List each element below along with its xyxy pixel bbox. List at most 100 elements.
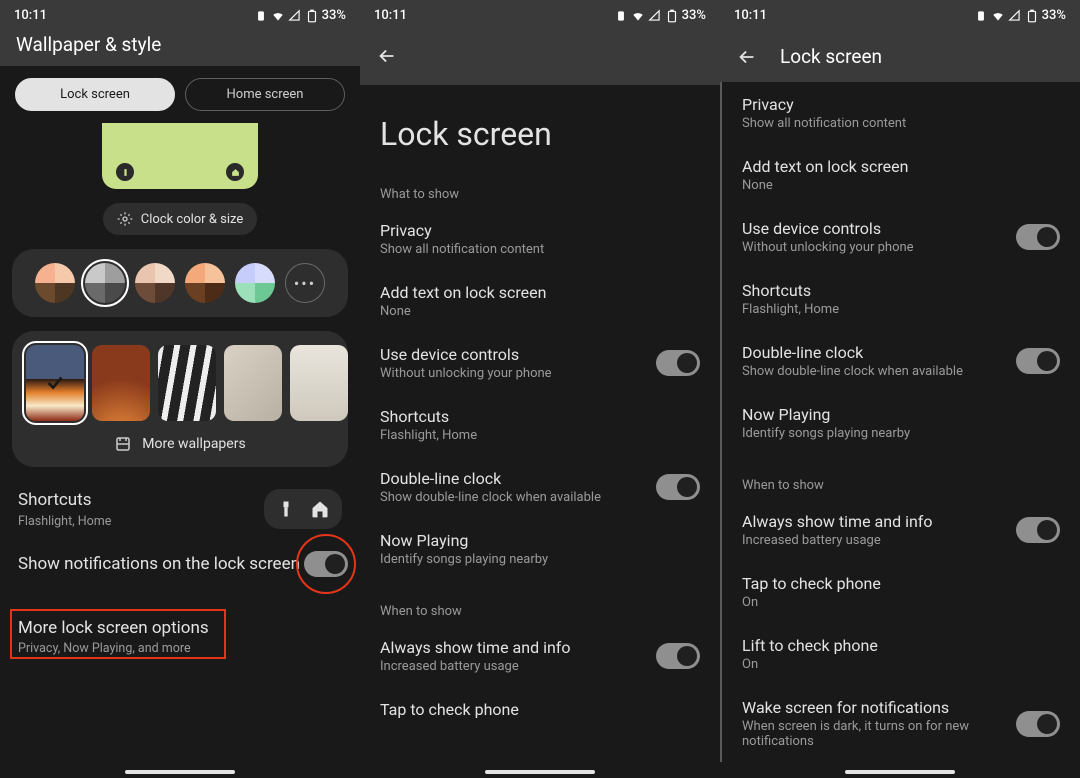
wallpaper-thumb-5[interactable] [290, 345, 348, 421]
color-swatch-1[interactable] [35, 263, 75, 303]
add-text-row[interactable]: Add text on lock screenNone [360, 270, 720, 332]
status-icons: 33% [254, 8, 346, 23]
tap-check-sub: On [742, 595, 1060, 610]
tap-check-title: Tap to check phone [380, 700, 700, 719]
always-show-row[interactable]: Always show time and info Increased batte… [722, 499, 1080, 561]
now-playing-title: Now Playing [742, 405, 1060, 424]
device-controls-sub: Without unlocking your phone [380, 366, 642, 381]
tab-lock-screen[interactable]: Lock screen [15, 78, 175, 111]
page-title: Wallpaper & style [16, 33, 344, 56]
wallpaper-thumb-4[interactable] [224, 345, 282, 421]
more-swatches-button[interactable]: ••• [285, 263, 325, 303]
flashlight-icon [276, 499, 296, 519]
device-controls-toggle[interactable] [1016, 224, 1060, 250]
device-controls-row[interactable]: Use device controls Without unlocking you… [360, 332, 720, 394]
double-line-toggle[interactable] [1016, 348, 1060, 374]
nav-pill[interactable] [845, 770, 955, 774]
clock-time: 10:11 [734, 8, 767, 23]
privacy-title: Privacy [742, 95, 1060, 114]
add-text-row[interactable]: Add text on lock screen None [722, 144, 1080, 206]
wifi-icon [991, 9, 1005, 23]
double-line-title: Double-line clock [742, 343, 1002, 362]
shortcuts-row[interactable]: ShortcutsFlashlight, Home [722, 268, 1080, 330]
app-header: Lock screen [720, 31, 1080, 82]
shortcuts-sub: Flashlight, Home [18, 514, 264, 529]
show-notifications-toggle[interactable] [304, 551, 348, 577]
settings-list[interactable]: Privacy Show all notification content Add… [720, 82, 1080, 762]
screenshot-wallpaper-style: 10:11 33% Wallpaper & style Lock screen … [0, 0, 360, 778]
category-when-to-show: When to show [722, 454, 1080, 499]
lift-check-row[interactable]: Lift to check phoneOn [722, 623, 1080, 685]
nav-pill[interactable] [125, 770, 235, 774]
double-line-clock-row[interactable]: Double-line clockShow double-line clock … [722, 330, 1080, 392]
shortcuts-sub: Flashlight, Home [742, 302, 1060, 317]
always-show-sub: Increased battery usage [380, 659, 642, 674]
wallpaper-thumb-2[interactable] [92, 345, 150, 421]
wifi-icon [271, 9, 285, 23]
clock-color-size-chip[interactable]: Clock color & size [103, 203, 258, 235]
nav-pill[interactable] [485, 770, 595, 774]
sim-icon [974, 9, 988, 23]
shortcuts-title: Shortcuts [380, 407, 700, 426]
status-bar: 10:11 33% [720, 0, 1080, 31]
color-swatch-2[interactable] [85, 263, 125, 303]
tap-check-row[interactable]: Tap to check phone [360, 687, 720, 732]
app-header: Wallpaper & style [0, 31, 360, 66]
show-notifications-row[interactable]: Show notifications on the lock screen [0, 541, 360, 587]
shortcut-icons [264, 489, 342, 529]
more-wallpapers-button[interactable]: More wallpapers [26, 435, 334, 453]
show-notifications-title: Show notifications on the lock screen [18, 553, 300, 575]
tab-home-screen[interactable]: Home screen [185, 78, 345, 111]
wake-screen-row[interactable]: Wake screen for notificationsWhen screen… [722, 685, 1080, 762]
double-line-toggle[interactable] [656, 474, 700, 500]
shortcuts-row[interactable]: ShortcutsFlashlight, Home [360, 394, 720, 456]
always-show-title: Always show time and info [742, 512, 1002, 531]
home-icon [226, 163, 244, 181]
status-bar: 10:11 33% [0, 0, 360, 31]
wallpaper-thumb-3[interactable] [158, 345, 216, 421]
device-controls-title: Use device controls [742, 219, 1002, 238]
always-show-toggle[interactable] [1016, 517, 1060, 543]
now-playing-sub: Identify songs playing nearby [380, 552, 700, 567]
now-playing-row[interactable]: Now Playing Identify songs playing nearby [722, 392, 1080, 454]
page-title: Lock screen [780, 45, 882, 68]
privacy-sub: Show all notification content [742, 116, 1060, 131]
sim-icon [254, 9, 268, 23]
back-icon[interactable] [376, 45, 398, 67]
shortcuts-title: Shortcuts [18, 489, 264, 511]
always-show-sub: Increased battery usage [742, 533, 1002, 548]
clock-time: 10:11 [14, 8, 47, 23]
page-title: Lock screen [360, 85, 720, 163]
highlight-circle [296, 534, 356, 594]
add-text-title: Add text on lock screen [742, 157, 1060, 176]
lockscreen-preview[interactable] [102, 123, 258, 189]
highlight-box [10, 609, 226, 659]
wallpaper-icon [114, 435, 132, 453]
add-text-sub: None [742, 178, 1060, 193]
privacy-row[interactable]: Privacy Show all notification content [722, 82, 1080, 144]
wake-screen-title: Wake screen for notifications [742, 698, 1002, 717]
double-line-clock-row[interactable]: Double-line clockShow double-line clock … [360, 456, 720, 518]
shortcuts-row[interactable]: Shortcuts Flashlight, Home [0, 477, 360, 541]
device-controls-row[interactable]: Use device controlsWithout unlocking you… [722, 206, 1080, 268]
color-swatch-4[interactable] [185, 263, 225, 303]
battery-icon [665, 9, 679, 23]
always-show-toggle[interactable] [656, 643, 700, 669]
always-show-row[interactable]: Always show time and infoIncreased batte… [360, 625, 720, 687]
clock-time: 10:11 [374, 8, 407, 23]
back-icon[interactable] [736, 46, 758, 68]
color-swatch-3[interactable] [135, 263, 175, 303]
tap-check-row[interactable]: Tap to check phoneOn [722, 561, 1080, 623]
now-playing-sub: Identify songs playing nearby [742, 426, 1060, 441]
color-swatch-5[interactable] [235, 263, 275, 303]
add-text-sub: None [380, 304, 700, 319]
device-controls-toggle[interactable] [656, 350, 700, 376]
screenshot-lockscreen-settings-scrolled: 10:11 33% Lock screen Privacy Show all no… [720, 0, 1080, 778]
screenshot-lockscreen-settings-top: 10:11 33% Lock screen What to show Priva… [360, 0, 720, 778]
device-controls-title: Use device controls [380, 345, 642, 364]
wake-screen-toggle[interactable] [1016, 711, 1060, 737]
wifi-icon [631, 9, 645, 23]
wallpaper-thumb-1[interactable] [26, 345, 84, 421]
privacy-row[interactable]: PrivacyShow all notification content [360, 208, 720, 270]
now-playing-row[interactable]: Now PlayingIdentify songs playing nearby [360, 518, 720, 580]
